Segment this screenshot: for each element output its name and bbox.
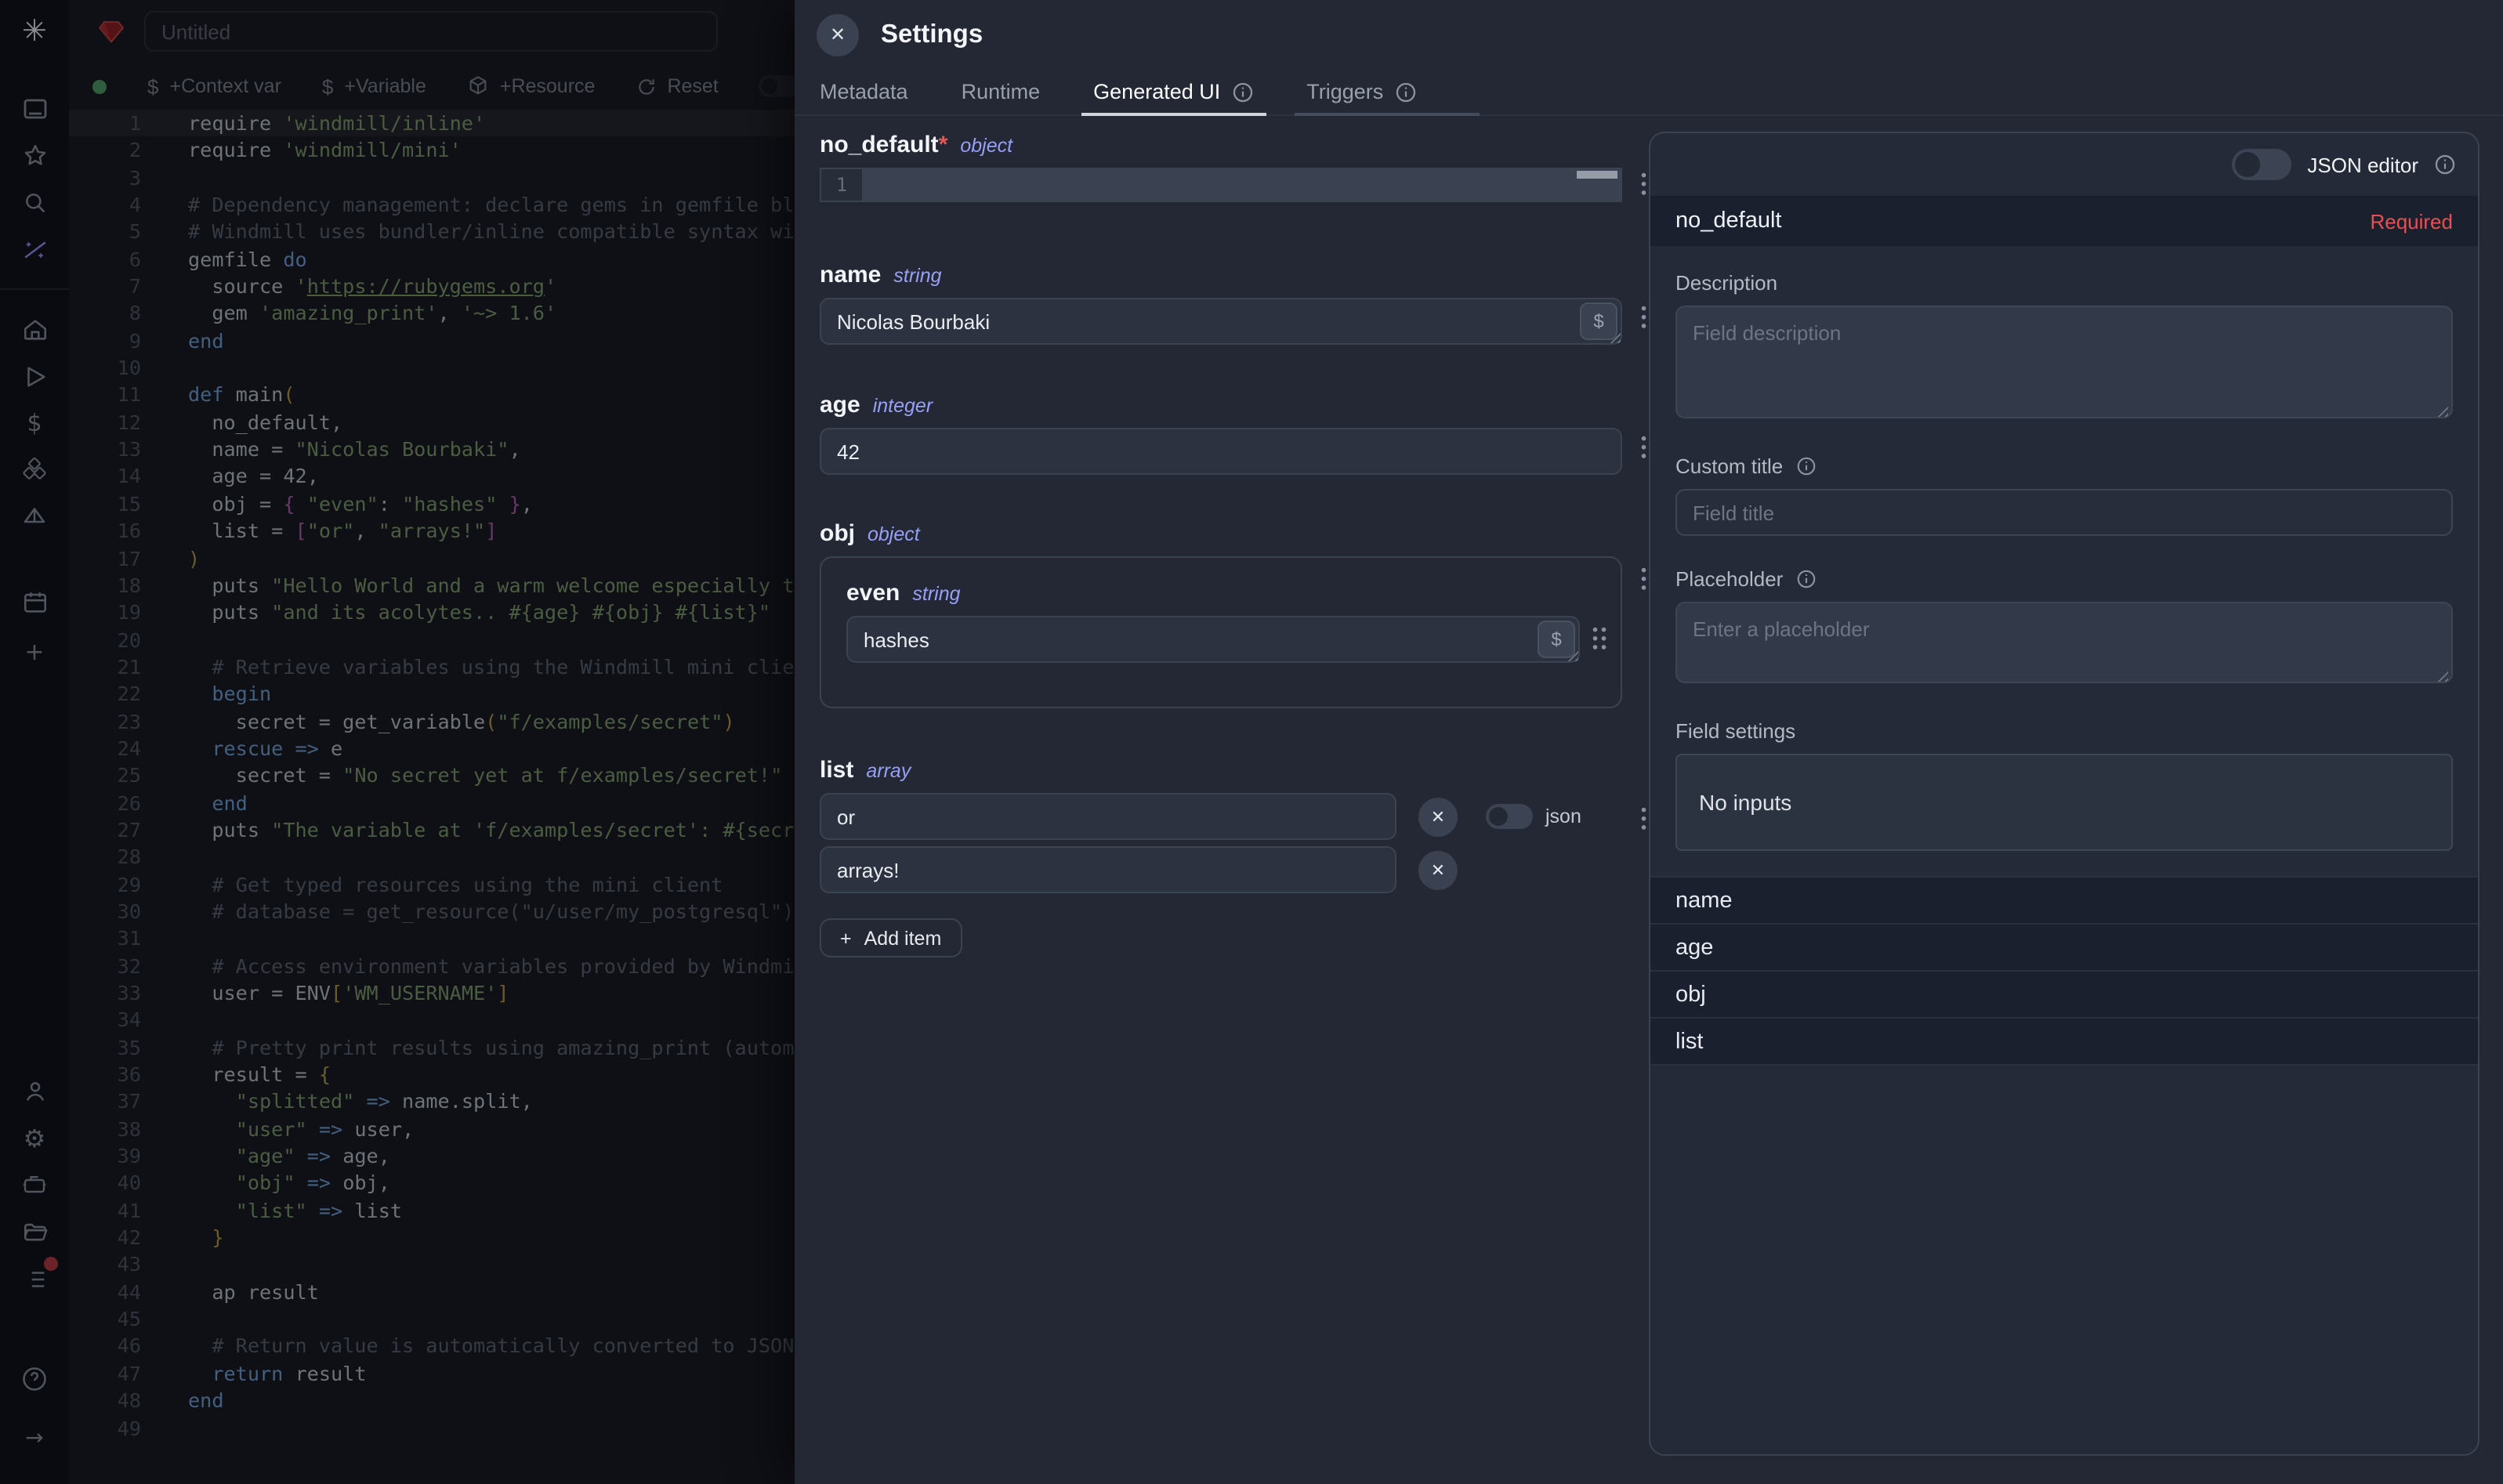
gutter-line-number: 1	[821, 169, 862, 201]
field-name-string: name string $	[820, 262, 1622, 345]
custom-title-label: Custom title	[1675, 454, 2453, 478]
age-input[interactable]	[820, 428, 1622, 475]
field-obj: obj object even string $	[820, 520, 1622, 708]
close-icon[interactable]: ✕	[817, 13, 859, 56]
info-icon	[1394, 81, 1416, 103]
tab-metadata[interactable]: Metadata	[820, 69, 908, 114]
field-name: name	[820, 262, 881, 288]
add-item-button[interactable]: + Add item	[820, 918, 962, 957]
field-type: object	[868, 523, 920, 545]
insert-variable-button[interactable]: $	[1538, 621, 1575, 658]
selected-field-name: no_default	[1675, 208, 1781, 233]
tab-generated-ui[interactable]: Generated UI	[1093, 69, 1253, 114]
custom-title-input[interactable]	[1675, 489, 2453, 536]
description-textarea[interactable]	[1675, 306, 2453, 418]
json-editor-toggle-row: JSON editor	[1650, 133, 2478, 196]
list-item-row: ✕ json	[820, 793, 1622, 840]
field-name: obj	[820, 520, 855, 547]
remove-item-icon[interactable]: ✕	[1418, 850, 1458, 889]
even-input[interactable]	[846, 616, 1580, 663]
field-row-obj[interactable]: obj	[1650, 972, 2478, 1019]
field-type: array	[866, 760, 911, 782]
list-item-row: ✕	[820, 846, 1622, 893]
field-type: integer	[873, 395, 933, 417]
field-no_default: no_default* object 1	[820, 132, 1622, 202]
field-name: list	[820, 757, 853, 784]
drawer-title: Settings	[881, 20, 983, 49]
name-input[interactable]	[820, 298, 1622, 345]
json-mode-toggle[interactable]	[1486, 804, 1533, 829]
json-value-editor[interactable]: 1	[820, 168, 1622, 202]
field-type: string	[912, 583, 960, 605]
placeholder-textarea[interactable]	[1675, 602, 2453, 683]
required-badge: Required	[2370, 209, 2453, 233]
settings-tabs: Metadata Runtime Generated UI Triggers	[795, 69, 2503, 116]
placeholder-label: Placeholder	[1675, 567, 2453, 591]
selected-field-row[interactable]: no_default Required	[1650, 196, 2478, 246]
other-fields-list: nameageobjlist	[1650, 876, 2478, 1066]
field-row-name[interactable]: name	[1650, 878, 2478, 925]
info-icon	[1795, 569, 1816, 589]
field-settings-box: No inputs	[1675, 754, 2453, 851]
info-icon	[1231, 81, 1253, 103]
field-name: age	[820, 392, 860, 418]
tab-runtime[interactable]: Runtime	[962, 69, 1041, 114]
drag-handle-icon[interactable]	[1591, 625, 1608, 652]
modal-backdrop[interactable]	[0, 0, 795, 1484]
field-settings-label: Field settings	[1675, 719, 2453, 743]
object-subpanel: even string $	[820, 556, 1622, 708]
field-inspector-panel: JSON editor no_default Required Descript…	[1649, 132, 2479, 1456]
generated-ui-form: no_default* object 1 name string	[820, 132, 1622, 957]
field-type: object	[960, 135, 1012, 157]
inspector-body: Description Custom title Placeholder	[1650, 246, 2478, 876]
field-name: even	[846, 580, 900, 606]
field-name: no_default*	[820, 132, 947, 158]
drawer-header: ✕ Settings	[795, 0, 2503, 69]
app-root: ✳ $ + ⚙	[0, 0, 2503, 1484]
description-label: Description	[1675, 271, 2453, 295]
field-type: string	[893, 265, 941, 287]
json-editor-toggle[interactable]	[2232, 149, 2291, 180]
info-icon	[1795, 456, 1816, 476]
field-row-age[interactable]: age	[1650, 925, 2478, 972]
tab-triggers[interactable]: Triggers	[1306, 69, 1416, 114]
info-icon	[2434, 154, 2456, 176]
field-row-list[interactable]: list	[1650, 1019, 2478, 1066]
list-item-input[interactable]	[820, 793, 1396, 840]
json-editor-label: JSON editor	[2307, 153, 2418, 176]
settings-drawer: ✕ Settings Metadata Runtime Generated UI…	[795, 0, 2503, 1484]
required-asterisk: *	[939, 132, 948, 158]
field-age: age integer	[820, 392, 1622, 475]
json-toggle-label: json	[1545, 805, 1581, 827]
plus-icon: +	[840, 927, 852, 949]
insert-variable-button[interactable]: $	[1580, 302, 1617, 340]
remove-item-icon[interactable]: ✕	[1418, 797, 1458, 836]
scrollbar-thumb[interactable]	[1577, 171, 1617, 179]
list-item-input[interactable]	[820, 846, 1396, 893]
field-list: list array ✕ json ✕ +	[820, 757, 1622, 957]
